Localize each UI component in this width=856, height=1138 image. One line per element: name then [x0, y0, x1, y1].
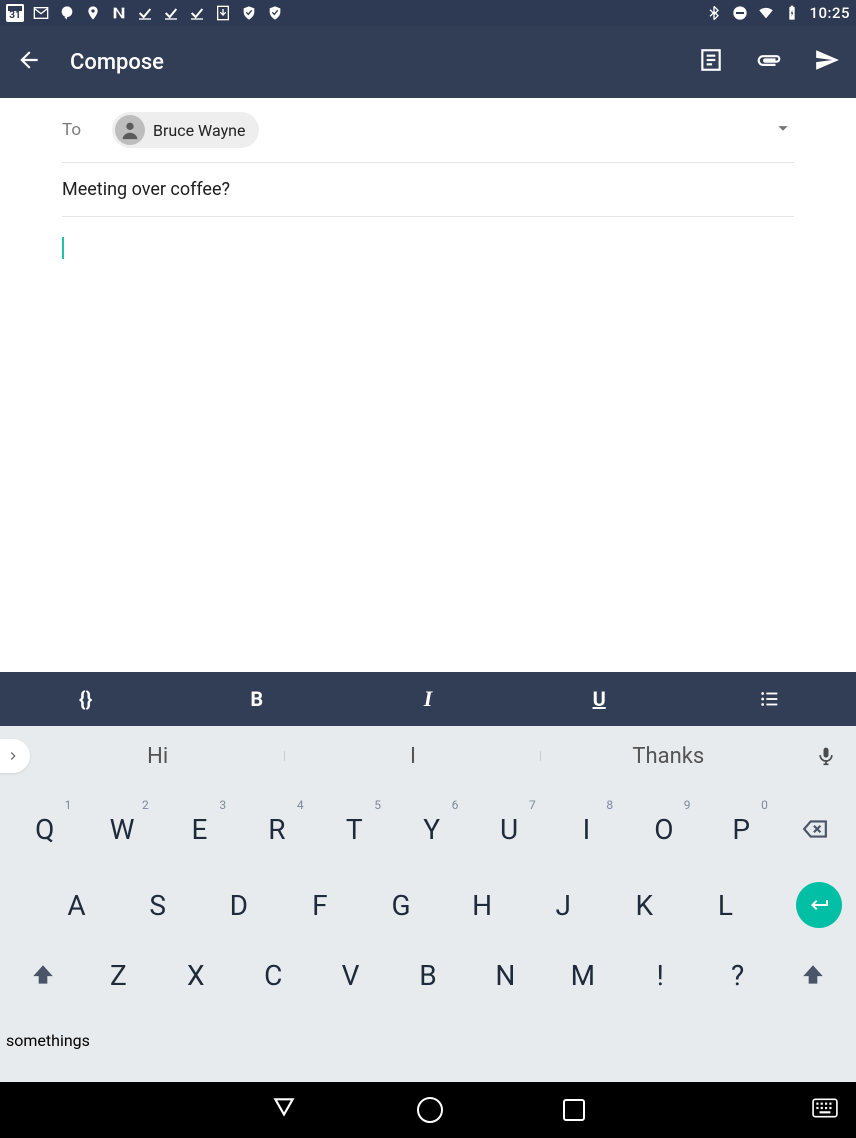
key-g[interactable]: G	[362, 870, 439, 940]
home-nav-button[interactable]	[417, 1097, 443, 1123]
clock-text: 10:25	[809, 4, 850, 22]
suggestion-2[interactable]: I	[285, 744, 540, 769]
key-h[interactable]: H	[444, 870, 521, 940]
check-down-icon	[136, 4, 154, 22]
underline-button[interactable]: U	[514, 687, 685, 711]
compose-area: To Bruce Wayne	[0, 98, 856, 672]
shield-check-icon	[266, 4, 284, 22]
subject-input[interactable]	[62, 179, 794, 200]
recipient-name: Bruce Wayne	[153, 121, 245, 140]
suggestion-1[interactable]: Hi	[30, 744, 285, 769]
key-o[interactable]: O9	[627, 794, 700, 864]
recents-nav-button[interactable]	[563, 1099, 585, 1121]
back-nav-button[interactable]	[271, 1095, 297, 1125]
hangouts-icon	[58, 4, 76, 22]
key-quest[interactable]: ?	[701, 940, 774, 1010]
key-u[interactable]: U7	[472, 794, 545, 864]
key-j[interactable]: J	[525, 870, 602, 940]
document-icon[interactable]	[698, 47, 724, 77]
subject-row[interactable]	[62, 163, 794, 217]
key-q[interactable]: Q1	[8, 794, 81, 864]
suggestion-bar: Hi I Thanks	[0, 726, 856, 786]
key-m[interactable]: M	[546, 940, 619, 1010]
key-s[interactable]: S	[119, 870, 196, 940]
key-x[interactable]: X	[159, 940, 232, 1010]
key-z[interactable]: Z	[82, 940, 155, 1010]
system-nav-bar	[0, 1082, 856, 1138]
list-button[interactable]	[685, 688, 856, 710]
back-button[interactable]	[16, 47, 42, 77]
key-d[interactable]: D	[200, 870, 277, 940]
key-f[interactable]: F	[281, 870, 358, 940]
key-excl[interactable]: !	[624, 940, 697, 1010]
expand-recipients-button[interactable]	[772, 117, 794, 143]
key-l[interactable]: L	[687, 870, 764, 940]
shield-check-icon	[240, 4, 258, 22]
location-icon	[84, 4, 102, 22]
check-down-icon	[188, 4, 206, 22]
to-row[interactable]: To Bruce Wayne	[62, 98, 794, 163]
n-icon	[110, 4, 128, 22]
italic-button[interactable]: I	[342, 686, 513, 712]
key-w[interactable]: W2	[85, 794, 158, 864]
calendar-icon: 31	[6, 4, 24, 22]
key-i[interactable]: I8	[550, 794, 623, 864]
app-bar: Compose	[0, 26, 856, 98]
attachment-icon[interactable]	[756, 47, 782, 77]
enter-key[interactable]	[796, 882, 842, 928]
mail-icon	[32, 4, 50, 22]
keyboard-switch-button[interactable]	[812, 1098, 838, 1122]
bluetooth-icon	[705, 4, 723, 22]
to-label: To	[62, 120, 112, 140]
key-r[interactable]: R4	[240, 794, 313, 864]
page-title: Compose	[70, 50, 164, 75]
key-e[interactable]: E3	[163, 794, 236, 864]
keyboard: Q1W2E3R4T5Y6U7I8O9P0 ASDFGHJKL ZXCVBNM!?…	[0, 786, 856, 1082]
shift-key[interactable]	[8, 940, 78, 1010]
body-input[interactable]	[42, 217, 856, 672]
key-a[interactable]: A	[38, 870, 115, 940]
battery-charging-icon	[783, 4, 801, 22]
backspace-key[interactable]	[782, 794, 848, 864]
check-down-icon	[162, 4, 180, 22]
key-c[interactable]: C	[236, 940, 309, 1010]
shift-key-right[interactable]	[778, 940, 848, 1010]
key-t[interactable]: T5	[318, 794, 391, 864]
recipient-chip[interactable]: Bruce Wayne	[112, 112, 259, 148]
status-bar: 31 10:25	[0, 0, 856, 26]
wifi-icon	[757, 4, 775, 22]
suggestion-3[interactable]: Thanks	[541, 744, 796, 769]
key-v[interactable]: V	[314, 940, 387, 1010]
key-p[interactable]: P0	[705, 794, 778, 864]
download-icon	[214, 4, 232, 22]
text-cursor	[62, 237, 64, 259]
send-button[interactable]	[814, 47, 840, 77]
format-toolbar: {} B I U	[0, 672, 856, 726]
key-k[interactable]: K	[606, 870, 683, 940]
key-n[interactable]: N	[469, 940, 542, 1010]
dnd-icon	[731, 4, 749, 22]
avatar-icon	[115, 115, 145, 145]
expand-suggestions-button[interactable]	[0, 739, 30, 773]
key-y[interactable]: Y6	[395, 794, 468, 864]
code-braces-button[interactable]: {}	[0, 687, 171, 711]
mic-button[interactable]	[796, 743, 856, 769]
bold-button[interactable]: B	[171, 687, 342, 711]
key-b[interactable]: B	[391, 940, 464, 1010]
